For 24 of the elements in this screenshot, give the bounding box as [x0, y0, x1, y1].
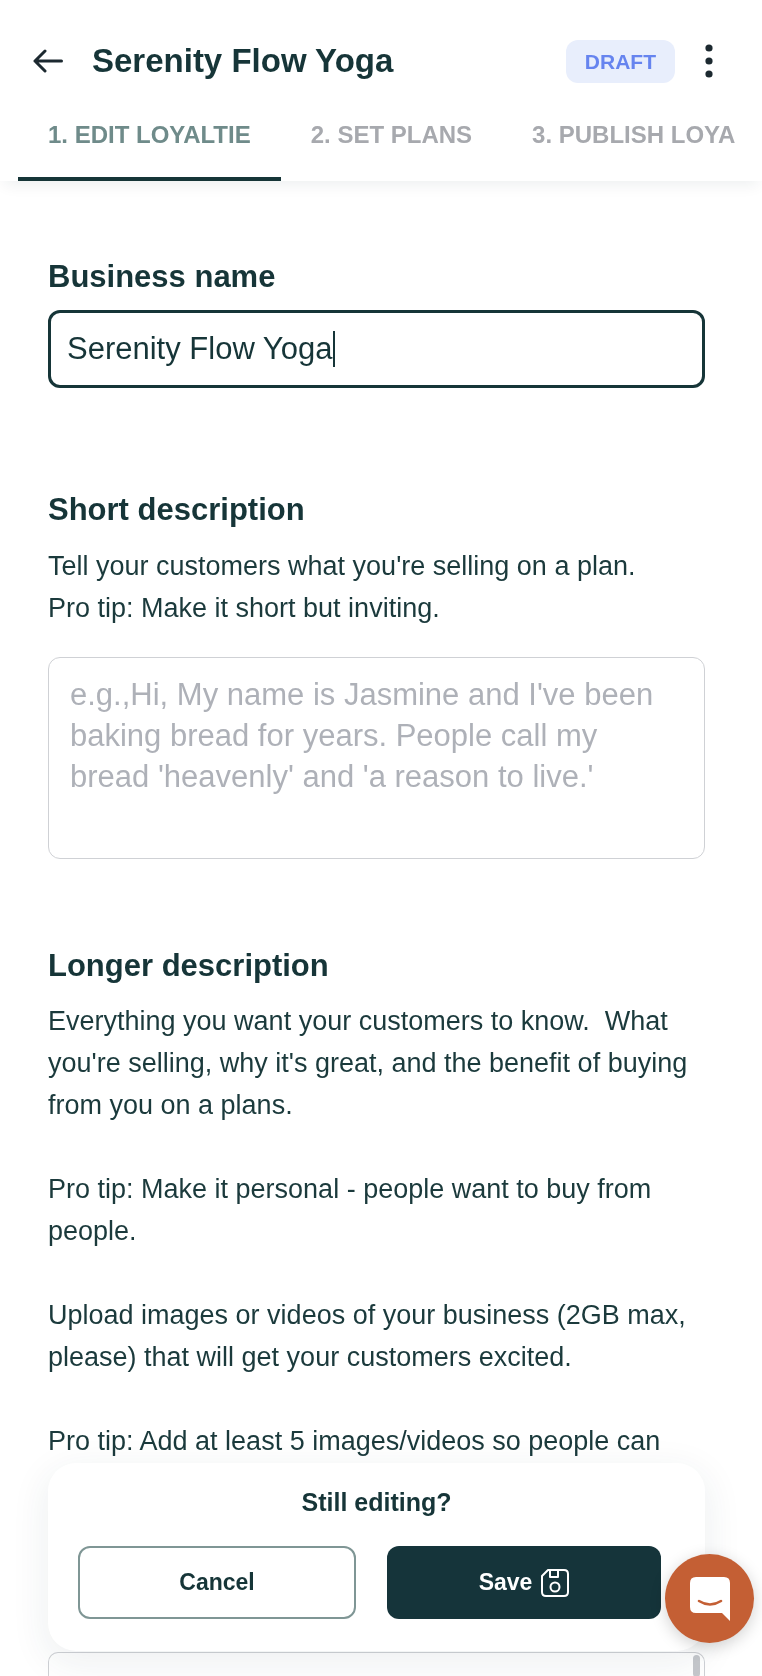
short-description-field[interactable]: e.g.,Hi, My name is Jasmine and I've been baking bread for years. People call my bread 'heavenly' and 'a reason to live.' [48, 657, 705, 859]
cancel-button[interactable]: Cancel [78, 1546, 356, 1619]
section-heading: Business name [48, 258, 277, 296]
text-cursor [333, 331, 336, 367]
save-icon [541, 1568, 570, 1597]
more-options-icon[interactable] [705, 44, 713, 78]
save-button[interactable]: Save [387, 1546, 661, 1619]
hint-paragraph: Pro tip: Make it personal - people want to buy from people. [48, 1173, 653, 1248]
hint-paragraph: Pro tip: Add at least 5 images/videos so people can [48, 1425, 662, 1458]
hint-text: Pro tip: Make it short but inviting. [48, 592, 441, 625]
chat-bubble-icon [689, 1576, 730, 1621]
long-description-field[interactable] [48, 1652, 705, 1676]
hint-paragraph: Everything you want your customers to know. What you're selling, why it's great, and the benefit of buying from you on a plans. [48, 1005, 689, 1122]
page-title: Serenity Flow Yoga [92, 42, 395, 80]
status-badge: DRAFT [565, 39, 675, 83]
section-heading: Longer description [48, 947, 330, 985]
section-heading: Short description [48, 491, 306, 529]
hint-paragraph: Upload images or videos of your business (2GB max, please) that will get your customers excited. [48, 1299, 687, 1374]
prompt-title: Still editing? [300, 1487, 453, 1518]
business-name-field[interactable]: Serenity Flow Yoga [48, 310, 705, 388]
step-tab[interactable]: 1. EDIT LOYALTIE [18, 110, 281, 181]
hint-text: Tell your customers what you're selling on a plan. [48, 550, 637, 583]
scrollbar-thumb[interactable] [693, 1655, 700, 1676]
back-arrow-icon[interactable] [33, 49, 63, 73]
